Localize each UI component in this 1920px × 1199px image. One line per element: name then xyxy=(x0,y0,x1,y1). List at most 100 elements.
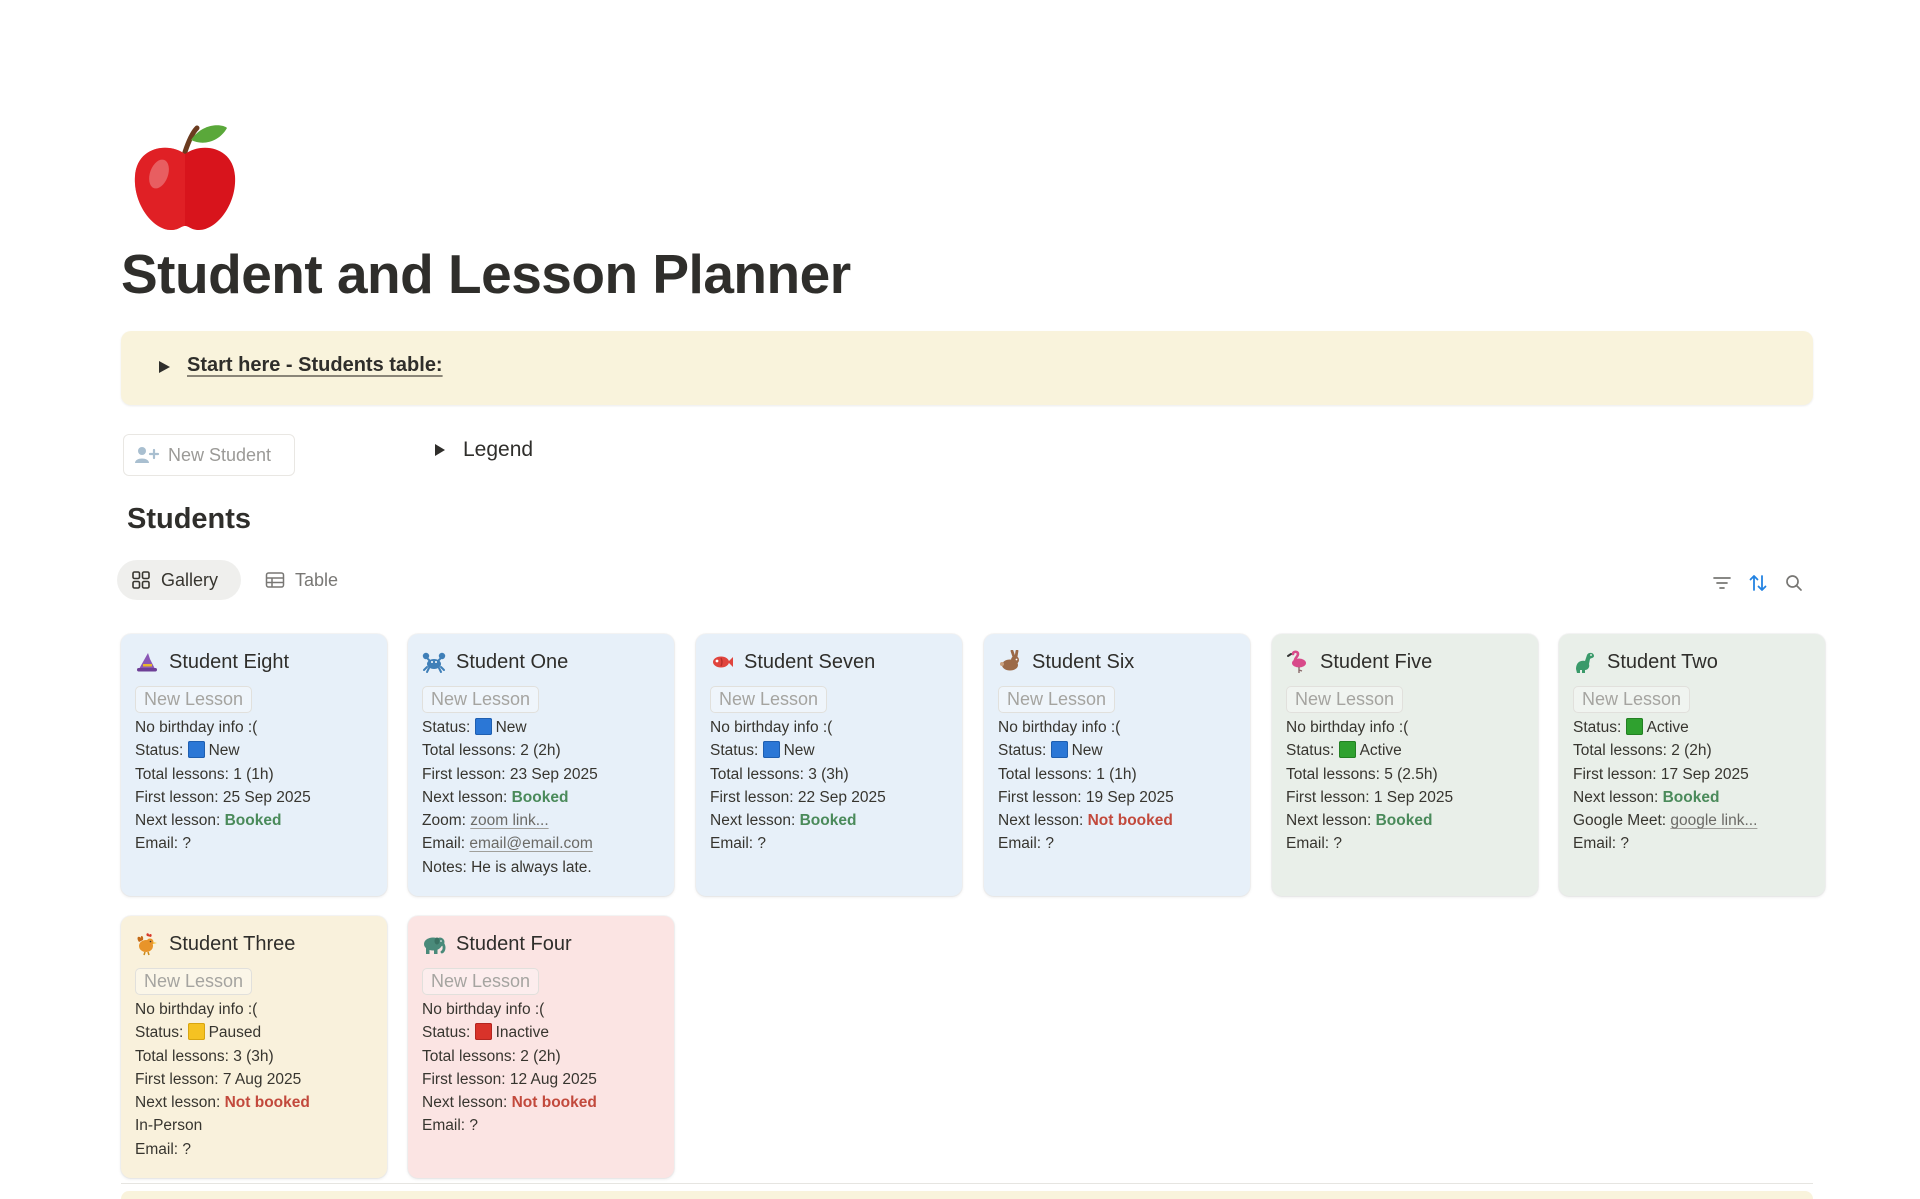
tab-gallery[interactable]: Gallery xyxy=(117,560,241,600)
card-property: Next lesson: Booked xyxy=(135,809,373,832)
status-square-icon xyxy=(1338,741,1356,759)
status-value: New xyxy=(1071,742,1103,760)
student-card[interactable]: Student One New Lesson Status: New Total le… xyxy=(408,634,674,896)
property-label: Status: xyxy=(422,1024,475,1042)
booking-status: Booked xyxy=(224,812,282,830)
booking-status: Booked xyxy=(1662,788,1720,806)
new-lesson-button[interactable]: New Lesson xyxy=(710,686,828,713)
tab-table-label: Table xyxy=(295,569,339,590)
card-properties: No birthday info :(Status: New Total less… xyxy=(710,716,948,856)
student-card[interactable]: Student Seven New Lesson No birthday info … xyxy=(696,634,962,896)
student-card[interactable]: Student Six New Lesson No birthday info :(… xyxy=(984,634,1250,896)
property-label: Status: xyxy=(1573,719,1626,736)
card-property: Next lesson: Not booked xyxy=(998,809,1236,832)
card-header: Student Three xyxy=(135,930,373,958)
card-property: Status: Paused xyxy=(135,1021,373,1044)
flamingo-icon xyxy=(1286,650,1310,674)
toggle-triangle-icon[interactable] xyxy=(435,444,445,456)
status-value: New xyxy=(495,719,527,736)
card-title: Student Five xyxy=(1320,650,1433,673)
sort-icon[interactable] xyxy=(1747,572,1769,594)
card-property: Email: ? xyxy=(1573,835,1629,853)
card-property: Zoom: zoom link... xyxy=(422,809,660,832)
new-lesson-button[interactable]: New Lesson xyxy=(135,968,253,995)
start-here-link[interactable]: Start here - Students table: xyxy=(187,354,443,377)
red-apple-icon[interactable] xyxy=(127,118,243,234)
new-student-button[interactable]: New Student xyxy=(123,434,295,476)
card-property: Next lesson: Booked xyxy=(1573,786,1811,809)
card-properties: No birthday info :(Status: Active Total l… xyxy=(1286,716,1524,856)
student-card[interactable]: Student Three New Lesson No birthday info … xyxy=(121,916,387,1178)
property-label: Next lesson: xyxy=(422,1094,512,1112)
tab-table[interactable]: Table xyxy=(251,560,352,600)
card-title: Student Two xyxy=(1607,650,1718,673)
search-icon[interactable] xyxy=(1783,572,1805,594)
crab-icon xyxy=(422,650,446,674)
student-card[interactable]: Student Eight New Lesson No birthday info … xyxy=(121,634,387,896)
bottom-callout xyxy=(121,1191,1813,1199)
card-property: Email: ? xyxy=(422,1117,478,1135)
property-link[interactable]: email@email.com xyxy=(469,835,592,852)
new-lesson-button[interactable]: New Lesson xyxy=(422,686,540,713)
card-header: Student One xyxy=(422,648,660,676)
card-property: Status: New xyxy=(710,739,948,762)
start-here-callout[interactable]: Start here - Students table: xyxy=(121,331,1813,405)
filter-icon[interactable] xyxy=(1711,572,1733,594)
status-square-icon xyxy=(1625,718,1643,735)
card-title: Student One xyxy=(456,650,569,673)
card-property: Status: New xyxy=(135,739,373,762)
table-icon xyxy=(265,570,285,590)
status-value: Paused xyxy=(208,1024,262,1042)
property-label: Status: xyxy=(135,1024,188,1042)
card-property: Email: ? xyxy=(135,1140,191,1158)
property-link[interactable]: google link... xyxy=(1670,812,1757,829)
gallery-grid-icon xyxy=(131,570,151,590)
new-lesson-button[interactable]: New Lesson xyxy=(1573,686,1691,713)
card-property: Next lesson: Booked xyxy=(422,786,660,809)
card-property: Status: Inactive xyxy=(422,1021,660,1044)
card-property: Next lesson: Not booked xyxy=(422,1091,660,1114)
status-square-icon xyxy=(1050,741,1068,759)
property-label: Next lesson: xyxy=(1286,812,1376,830)
student-card[interactable]: Student Four New Lesson No birthday info :… xyxy=(408,916,674,1178)
card-properties: No birthday info :(Status: New Total less… xyxy=(998,716,1236,856)
card-title: Student Three xyxy=(169,932,296,955)
card-title: Student Eight xyxy=(169,650,290,673)
card-property: Total lessons: 3 (3h) xyxy=(710,765,849,783)
card-property: First lesson: 25 Sep 2025 xyxy=(135,788,311,806)
elephant-icon xyxy=(422,932,446,956)
card-properties: Status: New Total lessons: 2 (2h) First le… xyxy=(422,716,660,879)
property-label: Status: xyxy=(1286,742,1339,760)
booking-status: Booked xyxy=(1375,812,1433,830)
new-lesson-button[interactable]: New Lesson xyxy=(1286,686,1404,713)
card-property: Status: New xyxy=(998,739,1236,762)
student-card[interactable]: Student Five New Lesson No birthday info :… xyxy=(1272,634,1538,896)
rabbit-icon xyxy=(998,649,1022,674)
booking-status: Not booked xyxy=(511,1094,597,1112)
card-property: First lesson: 12 Aug 2025 xyxy=(422,1070,597,1088)
student-card[interactable]: Student Two New Lesson Status: Active Total… xyxy=(1559,634,1825,896)
new-lesson-button[interactable]: New Lesson xyxy=(422,968,540,995)
card-property: Total lessons: 1 (1h) xyxy=(998,765,1137,783)
property-label: Next lesson: xyxy=(422,788,512,806)
page-title: Student and Lesson Planner xyxy=(121,243,851,305)
card-property: Total lessons: 1 (1h) xyxy=(135,765,274,783)
card-property: No birthday info :( xyxy=(135,719,258,736)
status-square-icon xyxy=(187,741,205,759)
property-label: Next lesson: xyxy=(135,1094,225,1112)
property-label: Next lesson: xyxy=(135,812,225,830)
property-label: Zoom: xyxy=(422,812,471,830)
new-lesson-button[interactable]: New Lesson xyxy=(998,686,1116,713)
new-lesson-button[interactable]: New Lesson xyxy=(135,686,253,713)
witch-hat-icon xyxy=(135,650,159,674)
status-square-icon xyxy=(474,1023,492,1041)
card-property: Total lessons: 2 (2h) xyxy=(422,1047,561,1065)
rooster-icon xyxy=(135,932,159,956)
card-properties: No birthday info :( Status: Inactive Total… xyxy=(422,998,660,1138)
card-title: Student Four xyxy=(456,932,572,955)
property-label: Next lesson: xyxy=(710,812,800,830)
property-link[interactable]: zoom link... xyxy=(470,812,548,829)
legend-toggle[interactable]: Legend xyxy=(435,438,533,462)
toggle-triangle-icon[interactable] xyxy=(159,361,170,373)
card-property: No birthday info :( xyxy=(422,1001,545,1018)
